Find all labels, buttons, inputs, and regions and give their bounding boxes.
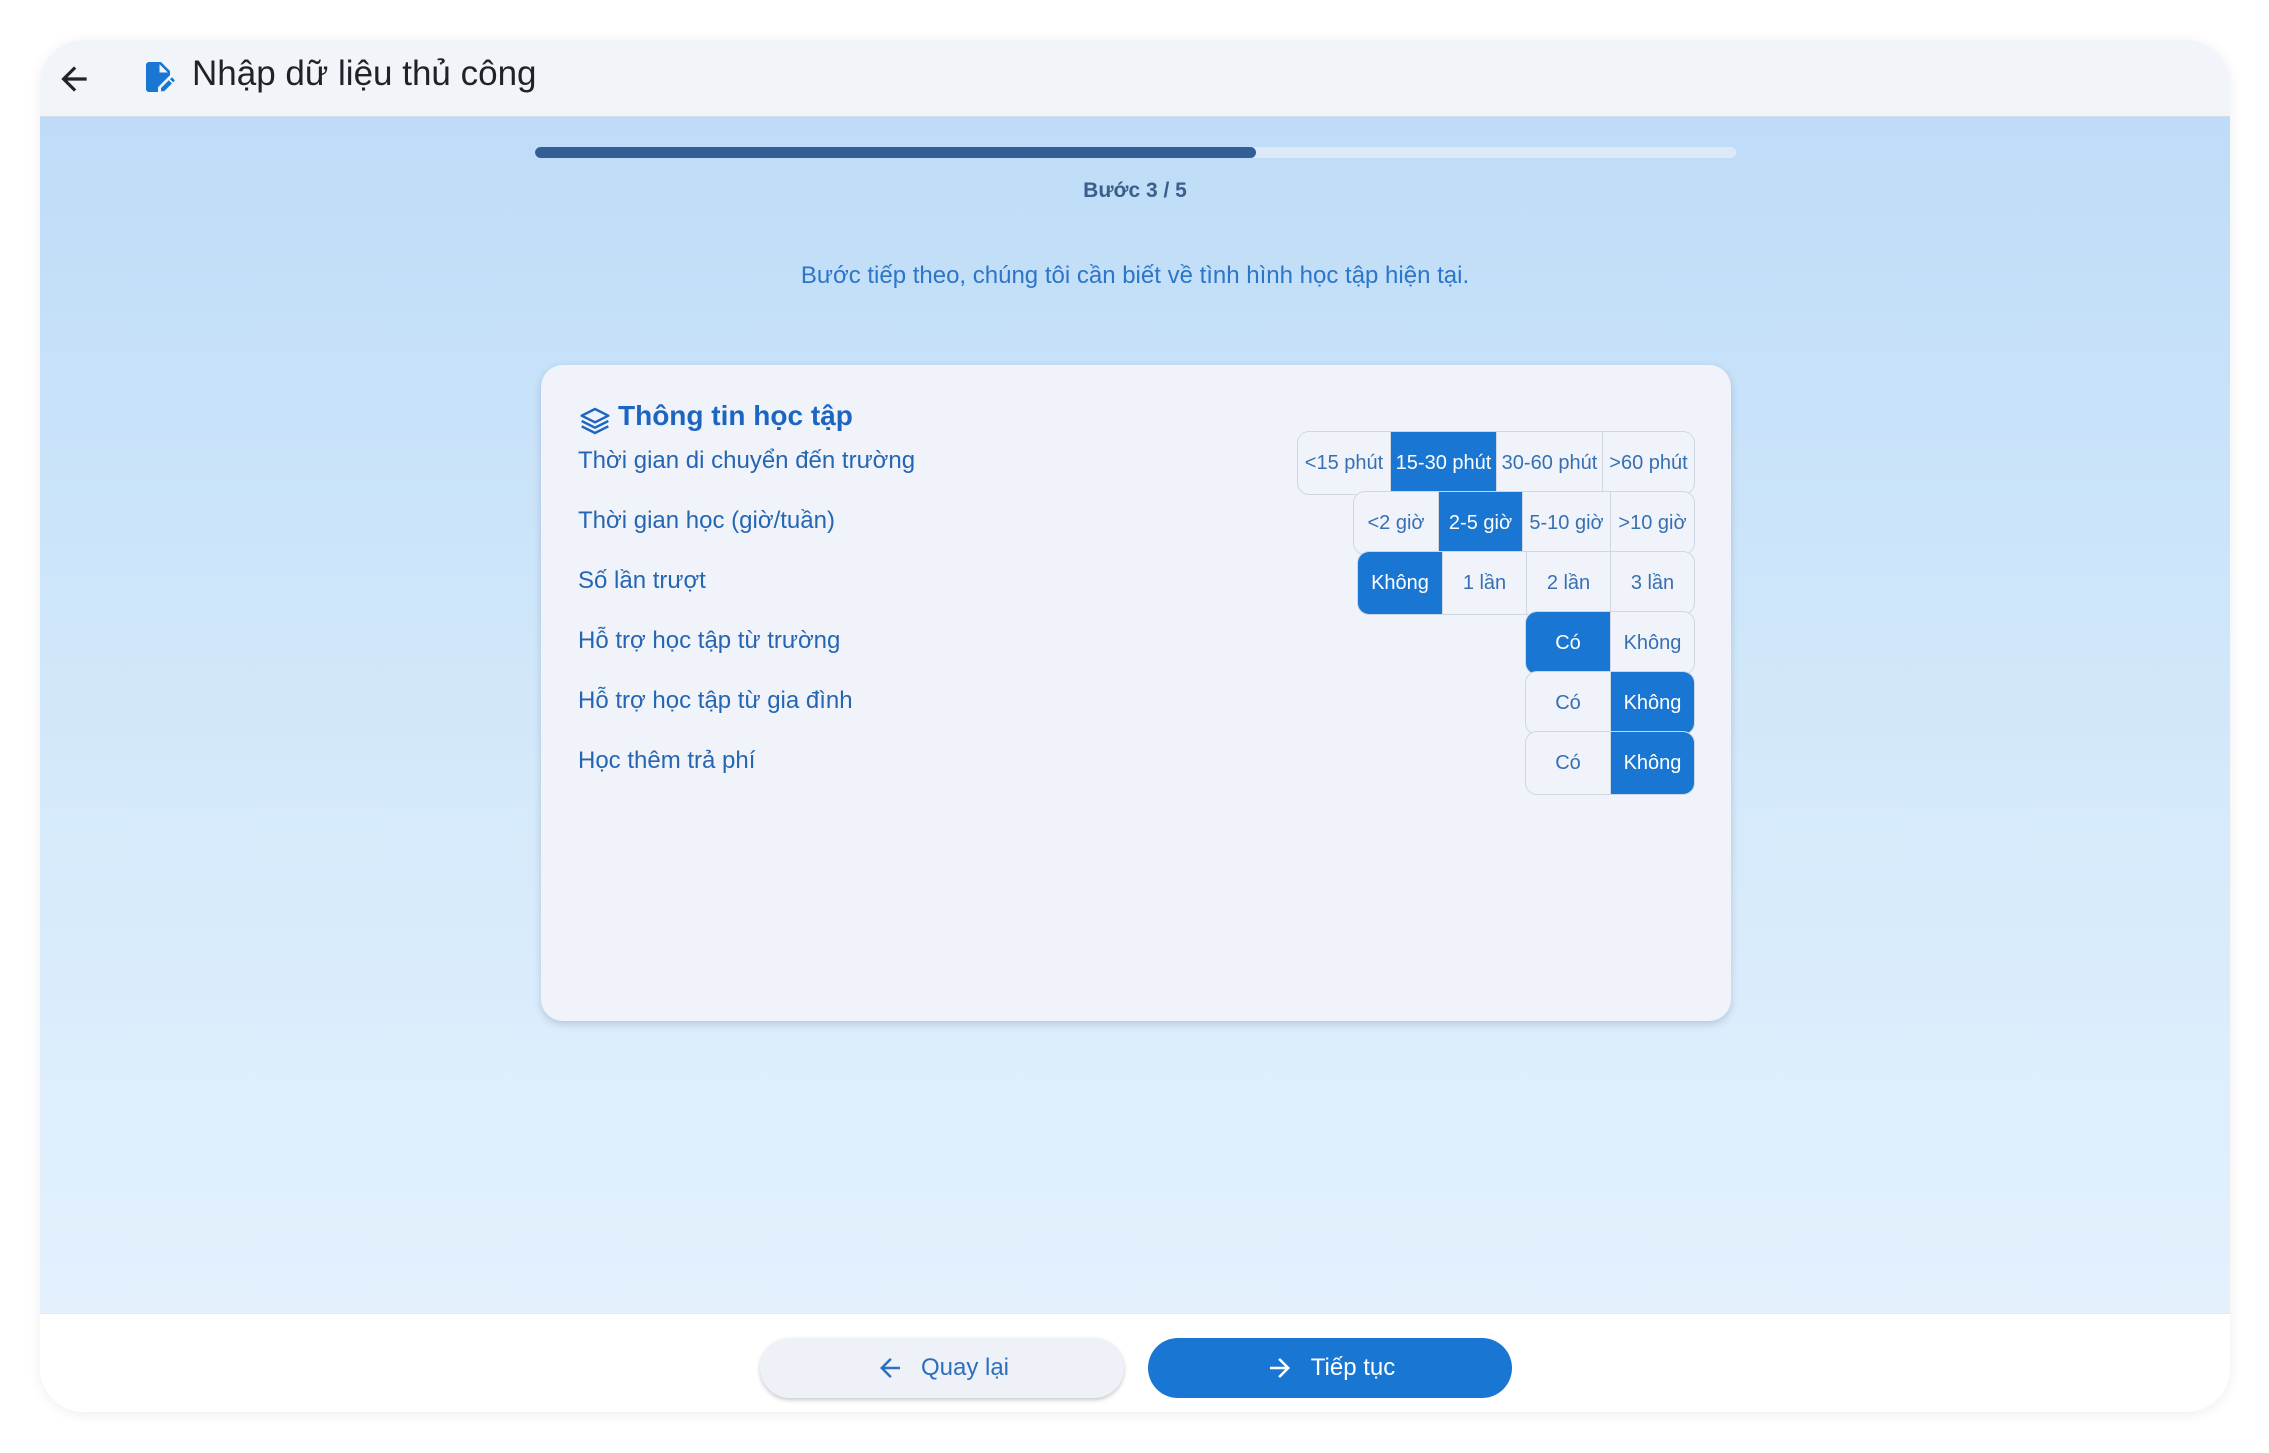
- segment-option[interactable]: Không: [1610, 672, 1694, 734]
- segment-option[interactable]: Có: [1526, 732, 1610, 794]
- arrow-back-icon[interactable]: [55, 60, 93, 98]
- segmented-control: Có Không: [1525, 731, 1695, 795]
- page-title: Nhập dữ liệu thủ công: [192, 54, 537, 93]
- field-row: Hỗ trợ học tập từ gia đình Có Không: [541, 671, 1731, 735]
- segment-option[interactable]: <2 giờ: [1354, 492, 1438, 554]
- segmented-control: <2 giờ 2-5 giờ 5-10 giờ >10 giờ: [1353, 491, 1695, 555]
- intro-text: Bước tiếp theo, chúng tôi cần biết về tì…: [800, 262, 1470, 289]
- field-row: Hỗ trợ học tập từ trường Có Không: [541, 611, 1731, 675]
- segment-option[interactable]: >10 giờ: [1610, 492, 1694, 554]
- segment-option[interactable]: >60 phút: [1602, 432, 1694, 494]
- back-button-label: Quay lại: [920, 1354, 1010, 1381]
- step-indicator: Bước 3 / 5: [1083, 179, 1187, 202]
- segment-option[interactable]: Không: [1610, 612, 1694, 674]
- segment-option[interactable]: 30-60 phút: [1496, 432, 1602, 494]
- field-row: Thời gian di chuyển đến trường <15 phút 15…: [541, 431, 1731, 495]
- bottom-bar: Quay lại Tiếp tục: [40, 1313, 2230, 1412]
- app-bar: Nhập dữ liệu thủ công: [40, 40, 2230, 117]
- segment-option[interactable]: Không: [1358, 552, 1442, 614]
- edit-document-icon: [140, 57, 176, 97]
- segment-option[interactable]: Có: [1526, 672, 1610, 734]
- field-label: Thời gian học (giờ/tuần): [578, 507, 835, 534]
- arrow-right-icon: [1269, 1358, 1290, 1378]
- segment-option[interactable]: Có: [1526, 612, 1610, 674]
- step-progress-bar: [535, 147, 1736, 158]
- segmented-control: Có Không: [1525, 611, 1695, 675]
- card-title: Thông tin học tập: [618, 400, 853, 431]
- field-row: Học thêm trả phí Có Không: [541, 731, 1731, 795]
- segment-option[interactable]: 2-5 giờ: [1438, 492, 1522, 554]
- field-row: Số lần trượt Không 1 lần 2 lần 3 lần: [541, 551, 1731, 615]
- segment-option[interactable]: 5-10 giờ: [1522, 492, 1610, 554]
- segment-option[interactable]: 2 lần: [1526, 552, 1610, 614]
- next-button-label: Tiếp tục: [1310, 1354, 1396, 1381]
- segment-option[interactable]: <15 phút: [1298, 432, 1390, 494]
- app-window: Nhập dữ liệu thủ công Bước 3 / 5 Bước ti…: [40, 40, 2230, 1412]
- progress-fill: [535, 147, 1256, 158]
- field-label: Hỗ trợ học tập từ trường: [578, 627, 841, 654]
- segment-option[interactable]: 1 lần: [1442, 552, 1526, 614]
- segment-option[interactable]: Không: [1610, 732, 1694, 794]
- segmented-control: Có Không: [1525, 671, 1695, 735]
- arrow-left-icon: [879, 1358, 900, 1378]
- field-label: Học thêm trả phí: [578, 747, 756, 774]
- field-row: Thời gian học (giờ/tuần) <2 giờ 2-5 giờ 5-1…: [541, 491, 1731, 555]
- segmented-control: <15 phút 15-30 phút 30-60 phút >60 phút: [1297, 431, 1695, 495]
- content-area: Bước 3 / 5 Bước tiếp theo, chúng tôi cần…: [40, 117, 2230, 1313]
- back-button[interactable]: Quay lại: [760, 1338, 1124, 1398]
- segment-option[interactable]: 15-30 phút: [1390, 432, 1496, 494]
- field-label: Số lần trượt: [578, 567, 706, 594]
- study-info-card: Thông tin học tập Thời gian di chuyển đế…: [541, 365, 1731, 1021]
- segment-option[interactable]: 3 lần: [1610, 552, 1694, 614]
- segmented-control: Không 1 lần 2 lần 3 lần: [1357, 551, 1695, 615]
- field-label: Hỗ trợ học tập từ gia đình: [578, 687, 853, 714]
- next-button[interactable]: Tiếp tục: [1148, 1338, 1512, 1398]
- field-label: Thời gian di chuyển đến trường: [578, 447, 916, 474]
